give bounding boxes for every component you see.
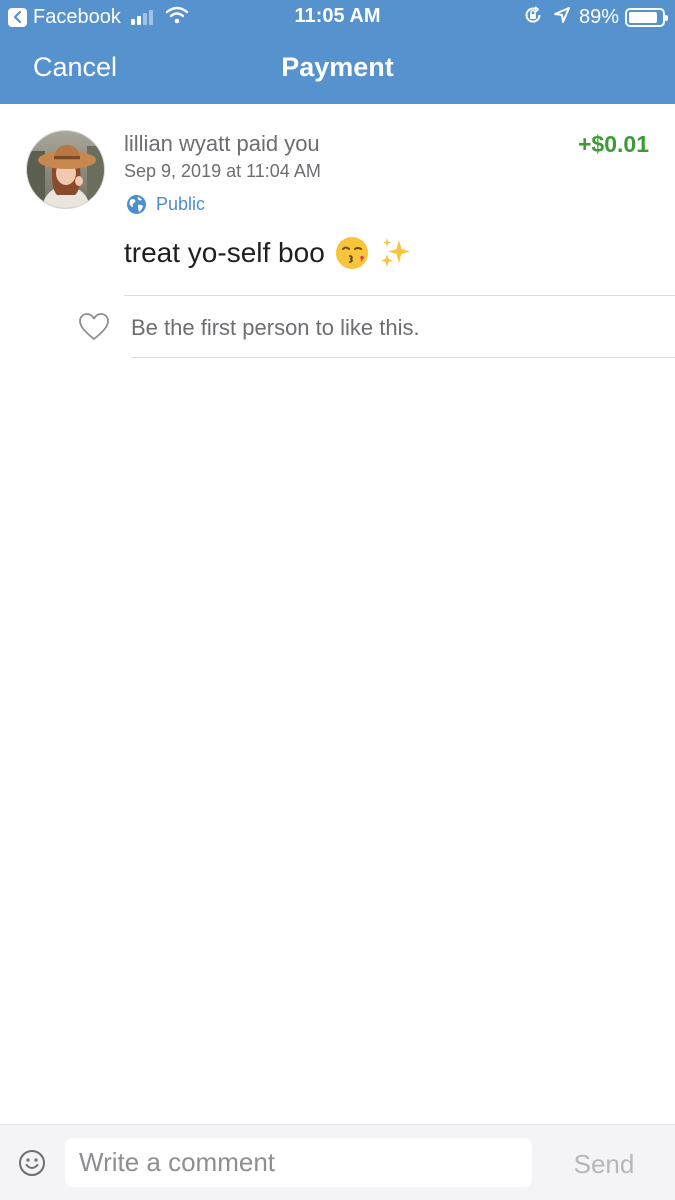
nav-bar: Cancel Payment xyxy=(0,34,675,104)
divider xyxy=(131,357,675,358)
sparkles-emoji-icon xyxy=(379,236,413,270)
payment-note: treat yo-self boo xyxy=(124,235,413,271)
divider xyxy=(124,295,675,296)
payment-amount: +$0.01 xyxy=(578,131,649,157)
globe-icon xyxy=(126,194,147,215)
payer-line[interactable]: lillian wyatt paid you xyxy=(124,131,320,157)
orientation-lock-icon xyxy=(523,5,543,30)
battery-percent: 89% xyxy=(578,5,619,28)
status-bar: Facebook 11:05 AM 89% xyxy=(0,0,675,34)
smiley-icon[interactable] xyxy=(18,1149,46,1177)
avatar[interactable] xyxy=(26,130,105,209)
battery-icon xyxy=(625,7,668,27)
comment-input[interactable] xyxy=(65,1138,532,1187)
send-button[interactable]: Send xyxy=(554,1149,654,1180)
header: Facebook 11:05 AM 89% Cancel Payment xyxy=(0,0,675,104)
status-right: 89% xyxy=(523,5,668,30)
timestamp: Sep 9, 2019 at 11:04 AM xyxy=(124,161,321,181)
location-arrow-icon xyxy=(553,6,571,29)
heart-icon[interactable] xyxy=(78,312,110,342)
battery-fill xyxy=(629,11,658,23)
page-title: Payment xyxy=(281,52,394,82)
likes-summary: Be the first person to like this. xyxy=(131,315,420,340)
audience-text: Public xyxy=(156,194,206,214)
kissing-face-emoji-icon xyxy=(334,235,370,271)
note-text: treat yo-self boo xyxy=(124,237,325,268)
comment-bar: Send xyxy=(0,1124,675,1200)
audience-label: Public xyxy=(126,194,205,215)
